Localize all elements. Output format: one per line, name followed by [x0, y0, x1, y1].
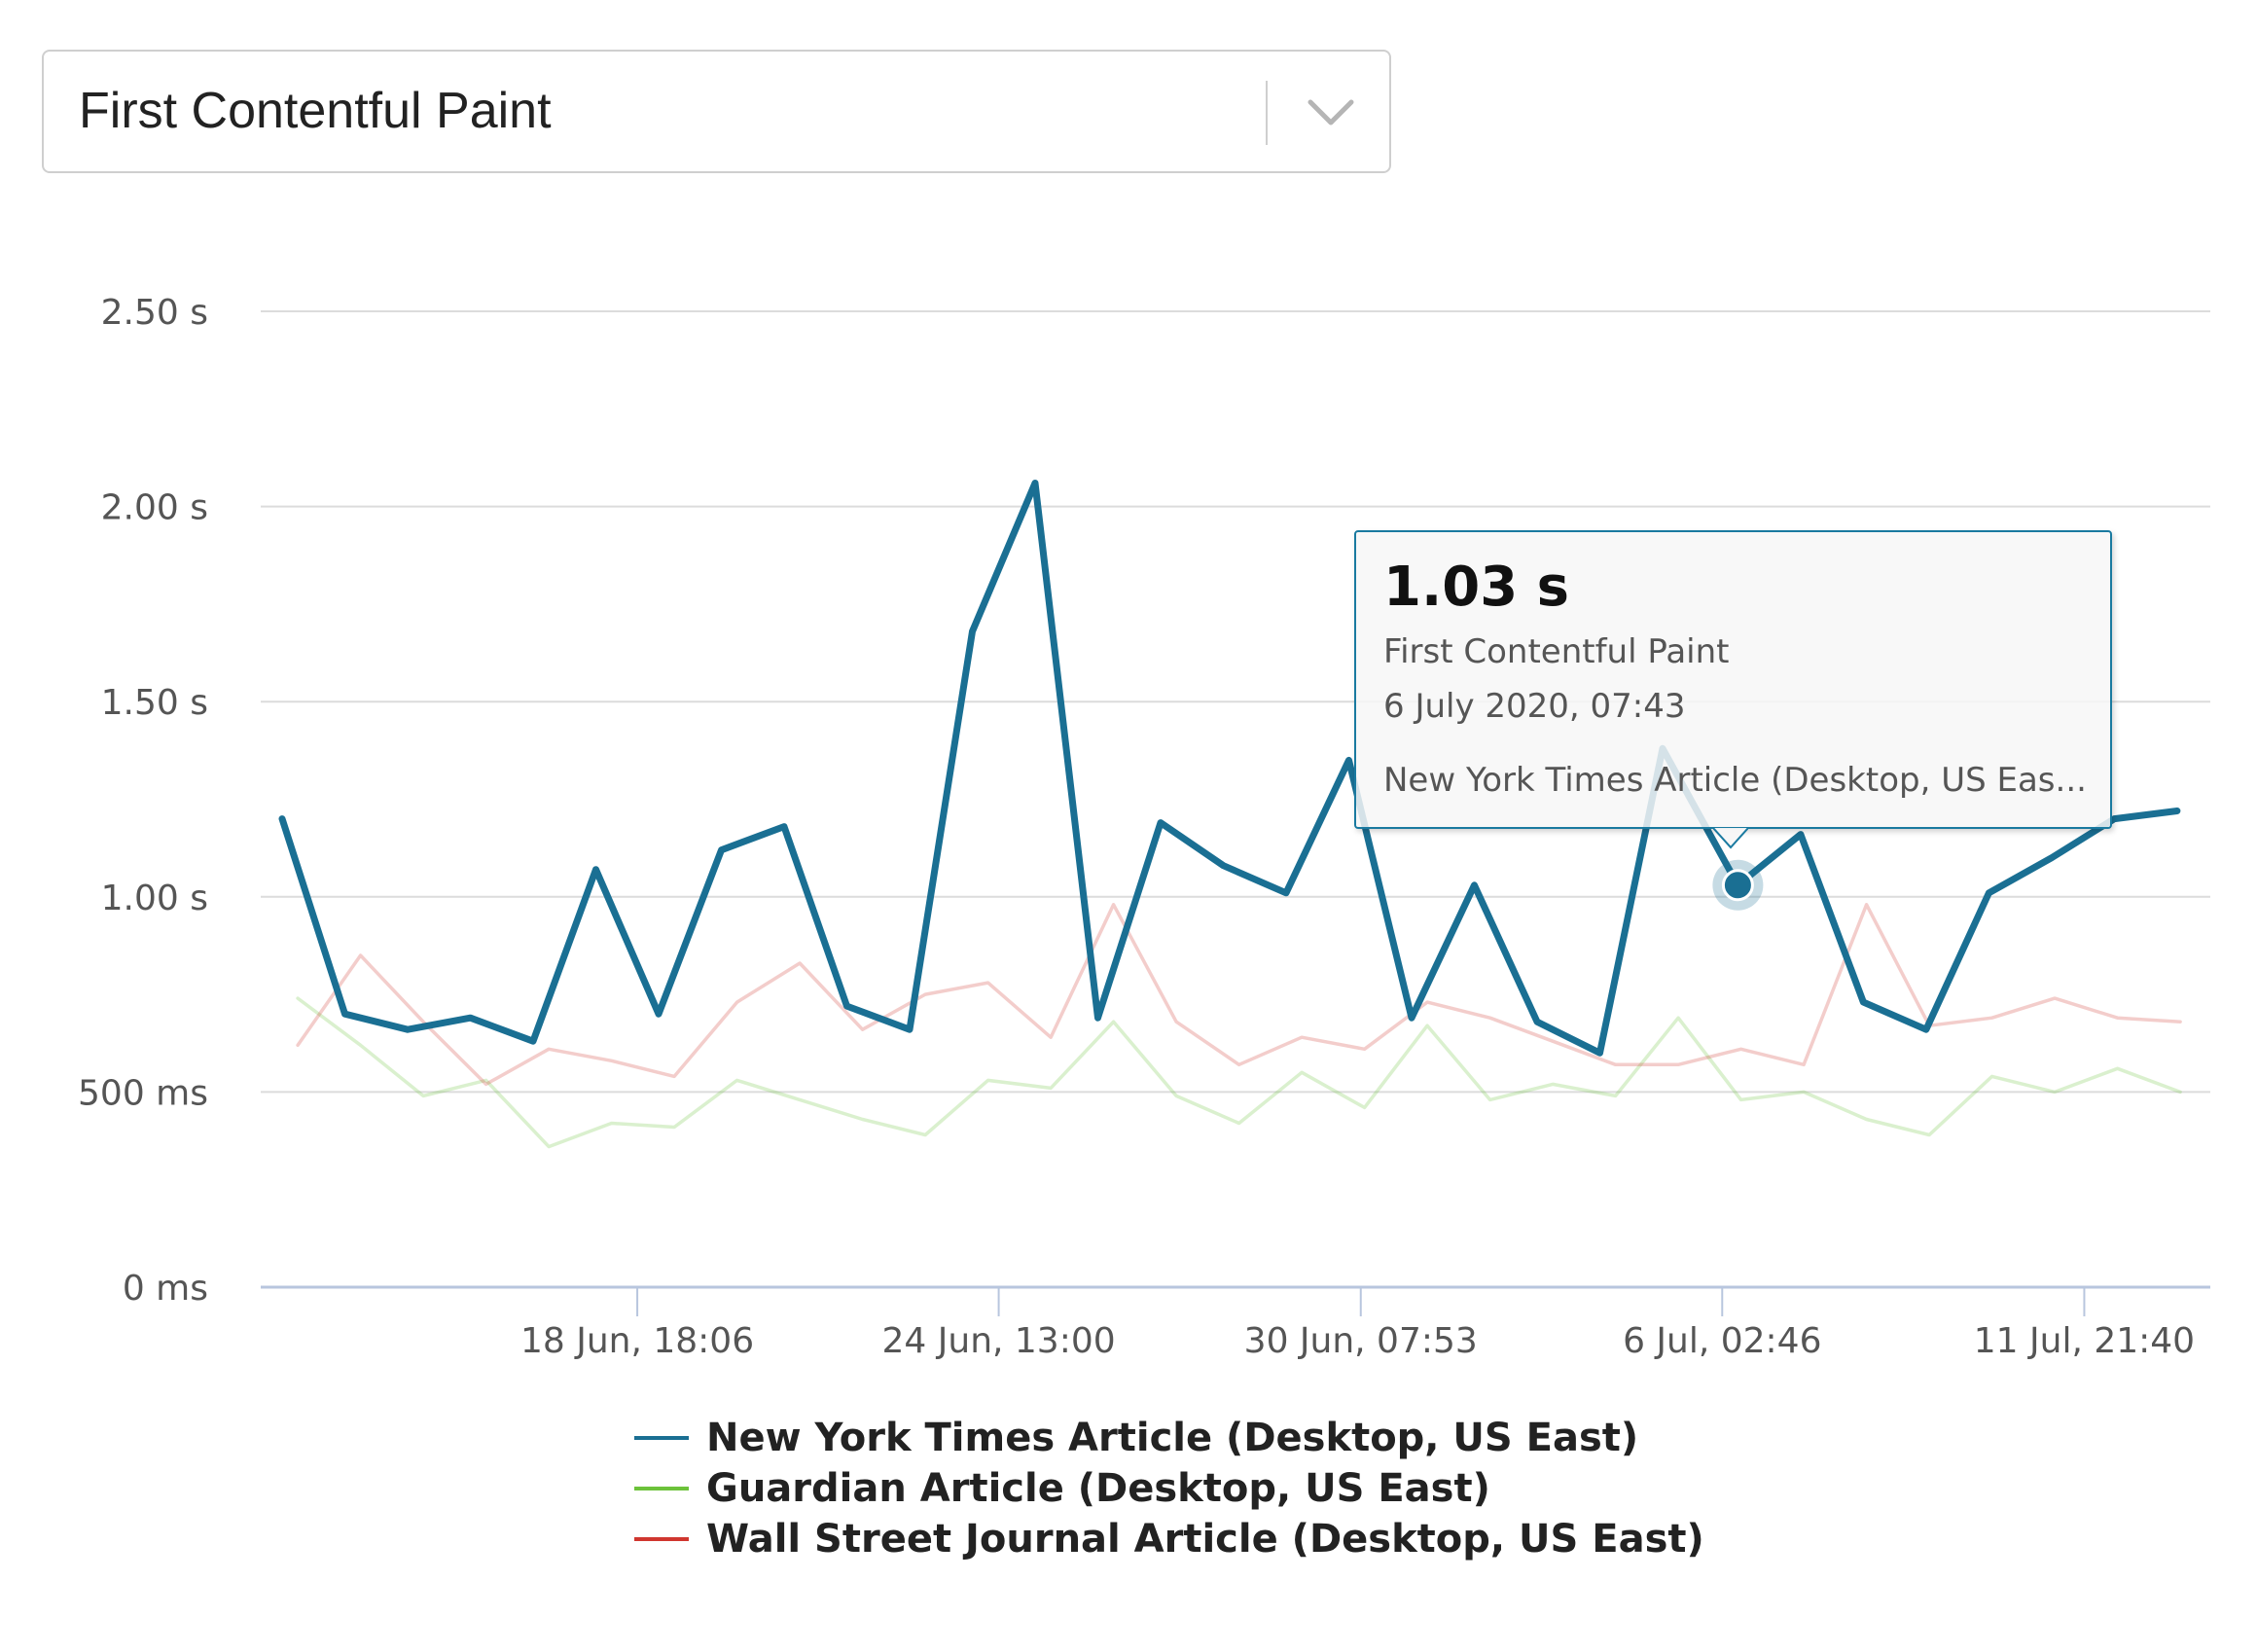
- legend-swatch-nyt: [634, 1436, 689, 1440]
- y-tick-label: 1.00 s: [101, 879, 208, 918]
- legend-label-guardian: Guardian Article (Desktop, US East): [706, 1466, 1490, 1511]
- chart-legend: New York Times Article (Desktop, US East…: [634, 1413, 1704, 1564]
- tooltip-metric: First Contentful Paint: [1383, 632, 1730, 671]
- tooltip-pointer: [1713, 828, 1748, 849]
- x-tick-label: 24 Jun, 13:00: [882, 1321, 1116, 1361]
- x-tick-label: 18 Jun, 18:06: [520, 1321, 754, 1361]
- tooltip-date: 6 July 2020, 07:43: [1383, 687, 1686, 726]
- legend-item-nyt[interactable]: New York Times Article (Desktop, US East…: [634, 1413, 1704, 1463]
- legend-label-nyt: New York Times Article (Desktop, US East…: [706, 1416, 1639, 1460]
- y-tick-label: 1.50 s: [101, 683, 208, 723]
- x-tick-label: 6 Jul, 02:46: [1623, 1321, 1821, 1361]
- chart-tooltip: 1.03 s First Contentful Paint 6 July 202…: [1354, 530, 2112, 829]
- y-tick-label: 500 ms: [78, 1073, 208, 1113]
- x-tick-label: 11 Jul, 21:40: [1974, 1321, 2195, 1361]
- tooltip-series: New York Times Article (Desktop, US Eas.…: [1383, 761, 2087, 800]
- highlight-point: [1721, 869, 1754, 902]
- legend-swatch-guardian: [634, 1487, 689, 1490]
- series-line-2: [296, 903, 2182, 1087]
- y-tick-label: 0 ms: [123, 1269, 208, 1309]
- chart-markers: [1712, 859, 1764, 911]
- legend-swatch-wsj: [634, 1537, 689, 1541]
- x-tick-label: 30 Jun, 07:53: [1244, 1321, 1478, 1361]
- y-tick-label: 2.00 s: [101, 488, 208, 528]
- legend-item-guardian[interactable]: Guardian Article (Desktop, US East): [634, 1463, 1704, 1514]
- legend-label-wsj: Wall Street Journal Article (Desktop, US…: [706, 1517, 1704, 1562]
- tooltip-value: 1.03 s: [1383, 556, 1569, 619]
- legend-item-wsj[interactable]: Wall Street Journal Article (Desktop, US…: [634, 1514, 1704, 1564]
- y-tick-label: 2.50 s: [101, 293, 208, 333]
